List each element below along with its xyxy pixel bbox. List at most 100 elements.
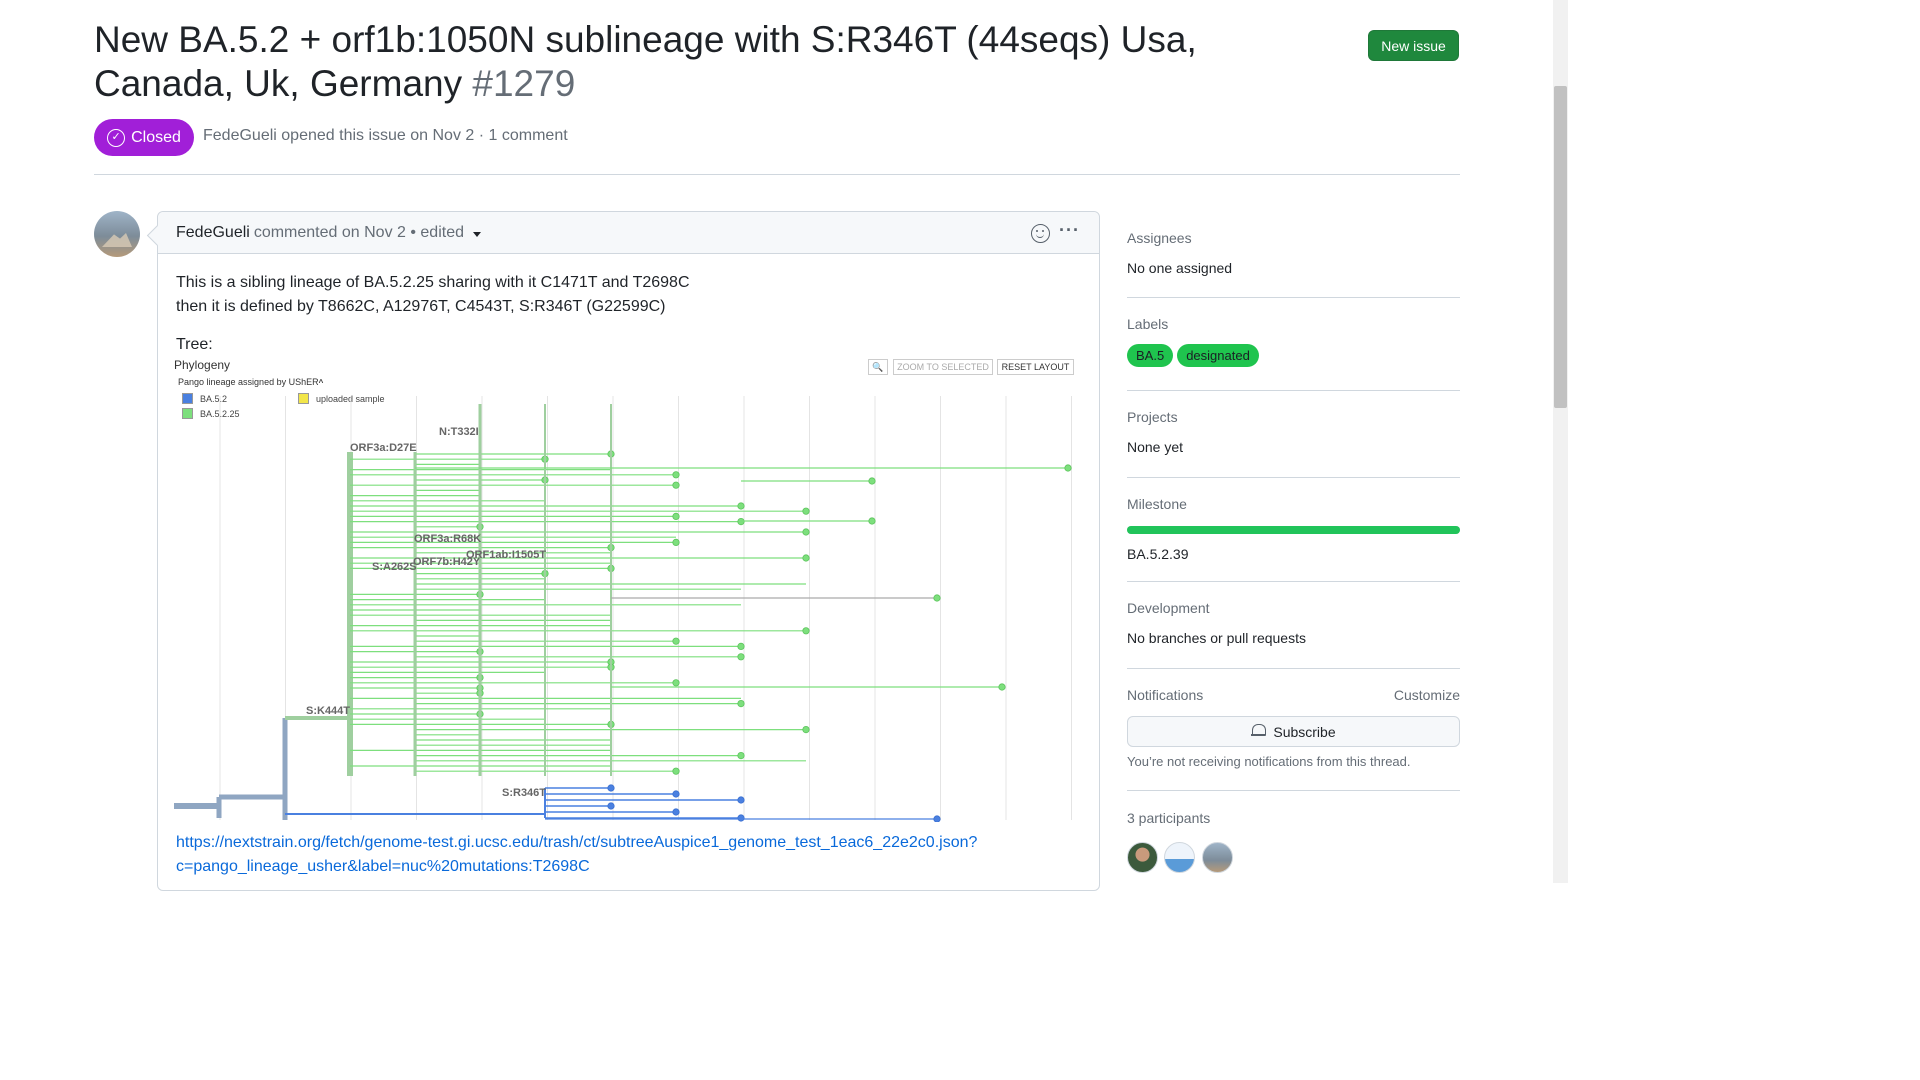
tree-tip <box>672 790 680 798</box>
notifications-note: You’re not receiving notifications from … <box>1127 754 1411 769</box>
avatar[interactable] <box>1127 842 1158 873</box>
issue-author-link[interactable]: FedeGueli <box>203 127 277 144</box>
sidebar-divider <box>1127 477 1460 478</box>
tree-link-line[interactable]: https://nextstrain.org/fetch/genome-test… <box>176 831 996 855</box>
tree-tip <box>672 808 680 816</box>
mutation-label: ORF3a:D27E <box>350 442 417 454</box>
tree-tip <box>802 725 810 734</box>
issue-number: #1279 <box>472 63 576 104</box>
comment-header: FedeGueli commented on Nov 2 • edited ··… <box>158 212 1099 254</box>
tree-tip <box>1064 464 1072 472</box>
bell-icon <box>1251 724 1267 739</box>
kebab-menu-icon[interactable]: ··· <box>1059 220 1080 241</box>
tree-tip <box>672 637 680 645</box>
phylogeny-image[interactable]: Phylogeny Pango lineage assigned by UShE… <box>174 356 1076 822</box>
sidebar-divider <box>1127 390 1460 391</box>
milestone-value[interactable]: BA.5.2.39 <box>1127 546 1460 562</box>
tree-link-line[interactable]: c=pango_lineage_usher&label=nuc%20mutati… <box>176 855 996 879</box>
projects-heading[interactable]: Projects <box>1127 409 1460 425</box>
milestone-progress-bar <box>1127 526 1460 534</box>
tree-label: Tree: <box>176 336 213 353</box>
mutation-label: S:R346T <box>502 787 547 799</box>
tree-tip <box>737 502 745 510</box>
issue-title: New BA.5.2 + orf1b:1050N sublineage with… <box>94 18 1334 106</box>
comment-meta: commented on Nov 2 • edited <box>253 223 464 241</box>
notifications-section: Notifications Customize Subscribe You’re… <box>1127 687 1460 769</box>
assignees-value: No one assigned <box>1127 260 1233 276</box>
status-badge: ✓ Closed <box>94 119 194 156</box>
tree-tip <box>737 642 745 650</box>
subscribe-label: Subscribe <box>1273 723 1336 740</box>
milestone-section: Milestone BA.5.2.39 <box>1127 496 1460 562</box>
assignees-section: Assignees No one assigned <box>1127 230 1460 276</box>
chevron-down-icon[interactable] <box>473 231 481 237</box>
new-issue-button[interactable]: New issue <box>1368 30 1459 61</box>
tree-tip <box>737 814 745 822</box>
subscribe-button[interactable]: Subscribe <box>1127 716 1460 747</box>
scrollbar-thumb[interactable] <box>1554 86 1567 408</box>
sidebar-divider <box>1127 668 1460 669</box>
issue-meta: FedeGueli opened this issue on Nov 2 · 1… <box>203 127 568 145</box>
check-circle-icon: ✓ <box>107 128 126 147</box>
participants-section: 3 participants <box>1127 810 1460 878</box>
sidebar-divider <box>1127 790 1460 791</box>
tree-link[interactable]: https://nextstrain.org/fetch/genome-test… <box>176 831 996 879</box>
comment-line-2: then it is defined by T8662C, A12976T, C… <box>176 298 666 315</box>
issue-comment: FedeGueli commented on Nov 2 • edited ··… <box>157 211 1100 891</box>
customize-link[interactable]: Customize <box>1394 687 1460 703</box>
comment-author-link[interactable]: FedeGueli <box>176 224 250 242</box>
participants-list <box>1127 842 1460 878</box>
tree-tip <box>672 538 680 546</box>
tree-tip <box>737 796 745 804</box>
header-divider <box>94 174 1460 175</box>
avatar[interactable] <box>1201 842 1233 873</box>
label-ba5[interactable]: BA.5 <box>1127 344 1174 367</box>
issue-title-text: New BA.5.2 + orf1b:1050N sublineage with… <box>94 19 1197 104</box>
labels-list: BA.5 designated <box>1127 344 1460 367</box>
sidebar-divider <box>1127 297 1460 298</box>
tree-tip <box>672 481 680 489</box>
tree-tip <box>672 512 680 520</box>
assignees-heading[interactable]: Assignees <box>1127 230 1460 246</box>
milestone-heading[interactable]: Milestone <box>1127 496 1460 512</box>
tree-tip <box>737 699 745 708</box>
comment-body: This is a sibling lineage of BA.5.2.25 s… <box>176 271 690 319</box>
tree-tip <box>868 517 876 525</box>
development-section: Development No branches or pull requests <box>1127 600 1460 646</box>
label-designated[interactable]: designated <box>1177 344 1259 367</box>
projects-section: Projects None yet <box>1127 409 1460 455</box>
tree-tip <box>672 679 680 687</box>
tree-tip <box>802 528 810 536</box>
mutation-label: S:K444T <box>306 705 351 717</box>
tree-tip <box>933 594 941 602</box>
comment-line-1: This is a sibling lineage of BA.5.2.25 s… <box>176 274 690 291</box>
sidebar-divider <box>1127 581 1460 582</box>
tree-tip <box>672 767 680 775</box>
development-heading[interactable]: Development <box>1127 600 1460 616</box>
tree-tip <box>737 751 745 760</box>
tree-tip <box>607 802 615 810</box>
status-label: Closed <box>131 128 181 146</box>
participants-heading: 3 participants <box>1127 810 1211 826</box>
milestone-progress-track <box>1127 526 1460 534</box>
tree-tip <box>998 683 1006 691</box>
tree-tip <box>607 784 615 792</box>
tree-tip <box>868 477 876 485</box>
tree-tip <box>802 554 810 562</box>
smiley-icon[interactable] <box>1031 224 1050 243</box>
avatar[interactable] <box>1164 842 1196 873</box>
tree-tip <box>737 653 745 661</box>
mutation-label: N:T332I <box>439 426 479 438</box>
labels-section: Labels BA.5 designated <box>1127 316 1460 367</box>
tree-tip <box>672 471 680 479</box>
tree-tip <box>802 507 810 515</box>
mutation-label: ORF7b:H42Y <box>413 556 481 568</box>
mutation-label: S:A262S <box>372 561 417 573</box>
phylogeny-tree <box>174 396 1072 822</box>
mutation-label: ORF3a:R68K <box>414 533 482 545</box>
avatar[interactable] <box>94 211 140 257</box>
development-value: No branches or pull requests <box>1127 630 1306 646</box>
issue-meta-text: opened this issue on Nov 2 · 1 comment <box>281 127 568 144</box>
projects-value: None yet <box>1127 439 1184 455</box>
labels-heading[interactable]: Labels <box>1127 316 1460 332</box>
